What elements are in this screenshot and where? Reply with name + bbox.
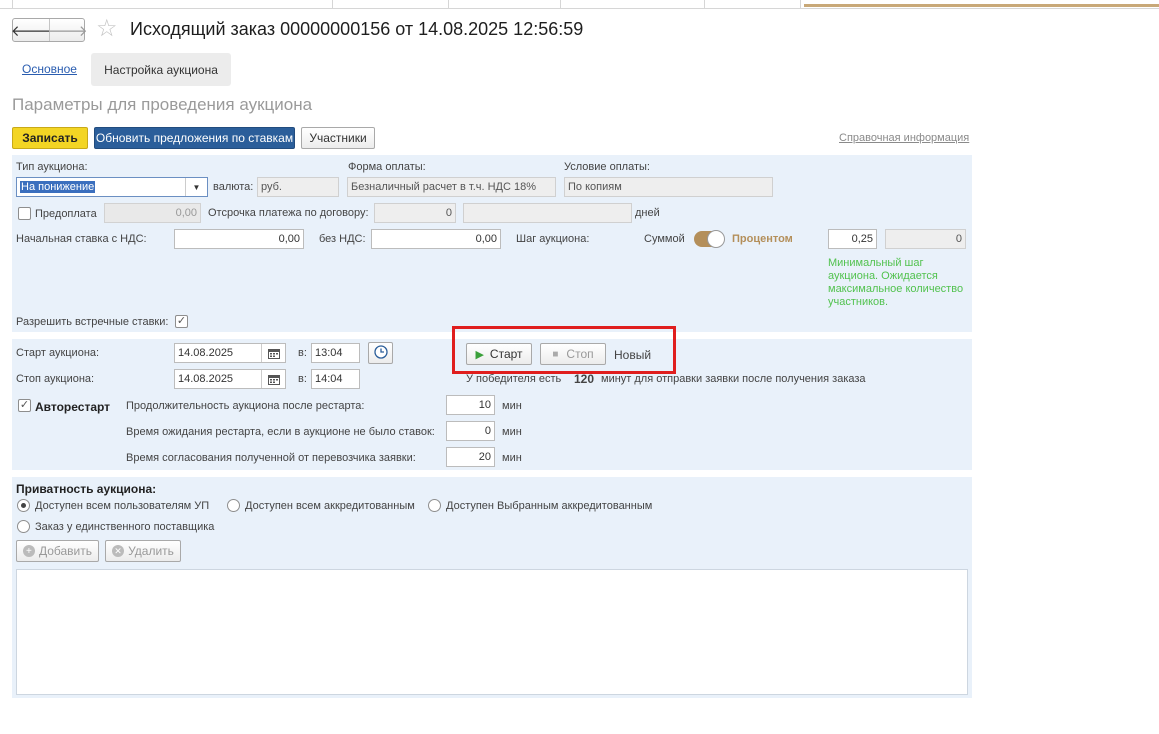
navigation-buttons: 🡐 🡒 <box>10 18 88 42</box>
start-time-input[interactable]: 13:04 <box>311 343 360 363</box>
payment-form-field: Безналичный расчет в т.ч. НДС 18% <box>347 177 556 197</box>
start-date-value: 14.08.2025 <box>178 347 234 359</box>
restart-wait-label: Время ожидания рестарта, если в аукционе… <box>126 426 435 438</box>
start-auction-label: Старт аукциона: <box>16 347 100 359</box>
add-button-label: Добавить <box>38 544 93 558</box>
window-tab-divider <box>448 0 449 9</box>
counter-bids-checkbox[interactable]: ✓ <box>175 315 188 328</box>
restart-duration-input[interactable]: 10 <box>446 395 495 415</box>
privacy-option-all-accredited[interactable]: Доступен всем аккредитованным <box>245 500 415 512</box>
delete-button-label: Удалить <box>128 544 174 558</box>
prepayment-label: Предоплата <box>35 208 97 220</box>
start-bid-vat-input[interactable]: 0,00 <box>174 229 304 249</box>
window-tab-divider <box>332 0 333 9</box>
winner-minutes: 120 <box>574 372 595 386</box>
window-tab-divider <box>704 0 705 9</box>
window-tabs-strip <box>0 0 1159 9</box>
auction-type-value: На понижение <box>20 181 96 193</box>
arrow-right-icon: 🡒 <box>47 22 88 40</box>
deferral-days-field <box>463 203 632 223</box>
start-date-input[interactable]: 14.08.2025 <box>174 343 286 363</box>
step-sum-field: 0 <box>885 229 966 249</box>
auction-type-label: Тип аукциона: <box>16 161 88 173</box>
currency-label: валюта: <box>213 181 254 193</box>
autorestart-label: Авторестарт <box>35 400 111 414</box>
add-icon: + <box>22 545 35 557</box>
approval-time-unit: мин <box>502 452 522 464</box>
stop-at-label: в: <box>298 373 307 385</box>
prepayment-checkbox[interactable] <box>18 207 31 220</box>
window-tab-divider <box>12 0 13 9</box>
no-vat-input[interactable]: 0,00 <box>371 229 501 249</box>
reference-info-link[interactable]: Справочная информация <box>839 132 969 144</box>
autorestart-checkbox[interactable]: ✓ <box>18 399 31 412</box>
privacy-radio-single-supplier[interactable] <box>17 520 30 533</box>
stop-date-value: 14.08.2025 <box>178 373 234 385</box>
calendar-icon[interactable] <box>261 370 285 388</box>
restart-duration-label: Продолжительность аукциона после рестарт… <box>126 400 365 412</box>
days-label: дней <box>635 207 660 219</box>
tab-main[interactable]: Основное <box>22 62 77 76</box>
start-bid-vat-label: Начальная ставка с НДС: <box>16 233 147 245</box>
privacy-title: Приватность аукциона: <box>16 482 157 496</box>
clock-icon <box>373 344 388 362</box>
stop-date-input[interactable]: 14.08.2025 <box>174 369 286 389</box>
privacy-option-selected-accredited[interactable]: Доступен Выбранным аккредитованным <box>446 500 652 512</box>
active-window-tab-indicator <box>804 4 1159 7</box>
section-title: Параметры для проведения аукциона <box>12 95 313 114</box>
restart-duration-unit: мин <box>502 400 522 412</box>
privacy-radio-selected-accredited[interactable] <box>428 499 441 512</box>
by-sum-label[interactable]: Суммой <box>644 233 685 245</box>
payment-condition-label: Условие оплаты: <box>564 161 650 173</box>
window-tab-divider <box>560 0 561 9</box>
chevron-down-icon[interactable]: ▼ <box>185 178 207 196</box>
stop-time-input[interactable]: 14:04 <box>311 369 360 389</box>
add-button[interactable]: + Добавить <box>16 540 99 562</box>
arrow-left-icon: 🡐 <box>10 22 52 40</box>
privacy-option-single-supplier[interactable]: Заказ у единственного поставщика <box>35 521 214 533</box>
approval-time-label: Время согласования полученной от перевоз… <box>126 452 416 464</box>
star-icon[interactable]: ☆ <box>96 16 118 42</box>
back-button[interactable]: 🡐 <box>10 19 52 41</box>
restart-wait-unit: мин <box>502 426 522 438</box>
calendar-icon[interactable] <box>261 344 285 362</box>
page-title: Исходящий заказ 00000000156 от 14.08.202… <box>130 19 584 39</box>
accredited-list[interactable] <box>16 569 968 695</box>
prepayment-field: 0,00 <box>104 203 201 223</box>
toggle-knob <box>707 230 725 248</box>
privacy-radio-all-users[interactable] <box>17 499 30 512</box>
currency-field: руб. <box>257 177 339 197</box>
restart-wait-input[interactable]: 0 <box>446 421 495 441</box>
privacy-radio-all-accredited[interactable] <box>227 499 240 512</box>
step-mode-toggle[interactable] <box>694 230 725 248</box>
by-percent-label[interactable]: Процентом <box>732 233 793 245</box>
deferral-field: 0 <box>374 203 456 223</box>
payment-condition-field: По копиям <box>564 177 773 197</box>
delete-icon: ✕ <box>112 545 125 557</box>
stop-auction-label: Стоп аукциона: <box>16 373 95 385</box>
winner-text-prefix: У победителя есть <box>466 373 562 385</box>
window-tab-divider <box>800 0 801 9</box>
step-percent-input[interactable]: 0,25 <box>828 229 877 249</box>
save-button[interactable]: Записать <box>12 127 88 149</box>
step-label: Шаг аукциона: <box>516 233 590 245</box>
delete-button[interactable]: ✕ Удалить <box>105 540 181 562</box>
update-offers-button[interactable]: Обновить предложения по ставкам <box>94 127 295 149</box>
no-vat-label: без НДС: <box>319 233 366 245</box>
tab-auction-settings[interactable]: Настройка аукциона <box>91 53 231 86</box>
highlight-frame <box>452 326 676 374</box>
privacy-option-all-users[interactable]: Доступен всем пользователям УП <box>35 500 209 512</box>
counter-bids-label: Разрешить встречные ставки: <box>16 316 169 328</box>
payment-form-label: Форма оплаты: <box>348 161 426 173</box>
step-hint: Минимальный шаг аукциона. Ожидается макс… <box>828 257 964 308</box>
participants-button[interactable]: Участники <box>301 127 375 149</box>
approval-time-input[interactable]: 20 <box>446 447 495 467</box>
start-at-label: в: <box>298 347 307 359</box>
winner-text-suffix: минут для отправки заявки после получени… <box>601 373 866 385</box>
clock-button[interactable] <box>368 342 393 364</box>
deferral-label: Отсрочка платежа по договору: <box>208 207 369 219</box>
forward-button[interactable]: 🡒 <box>47 19 88 41</box>
auction-type-select[interactable]: На понижение ▼ <box>16 177 208 197</box>
